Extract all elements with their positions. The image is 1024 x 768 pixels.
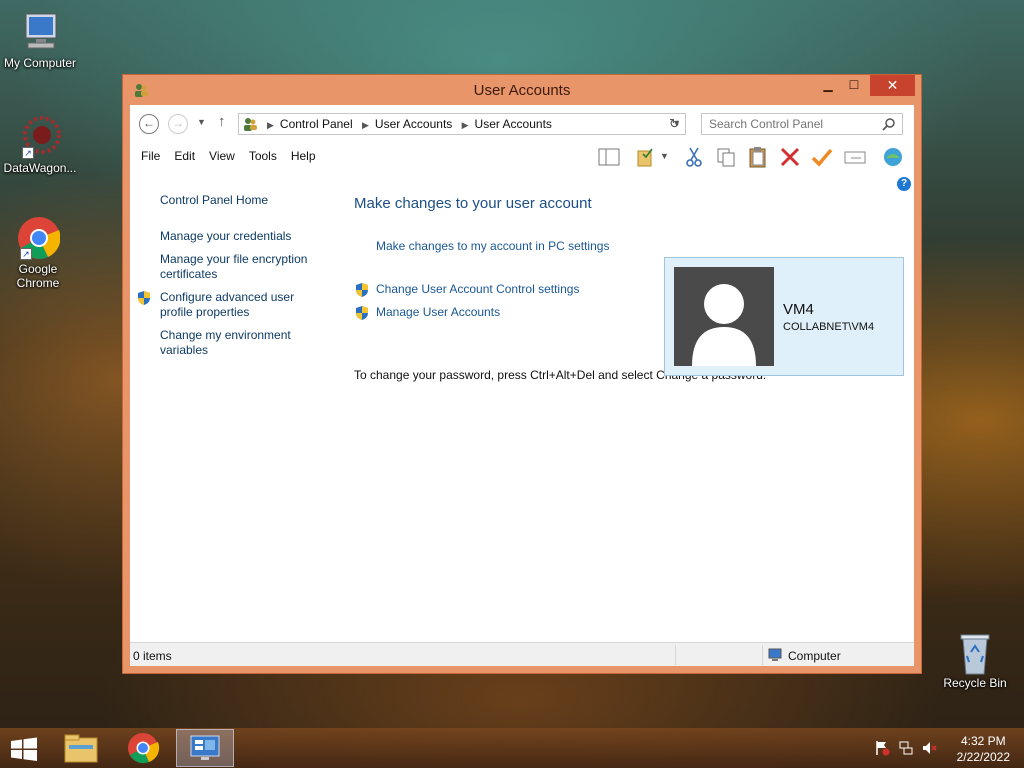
clock-date: 2/22/2022 (956, 750, 1010, 764)
datawagon-icon: ↗ (18, 115, 62, 159)
menu-bar: File Edit View Tools Help (134, 149, 323, 163)
status-divider (675, 645, 676, 665)
change-environment-variables-link[interactable]: Change my environment variables (160, 328, 330, 358)
clock-time: 4:32 PM (960, 734, 1006, 748)
menu-tools[interactable]: Tools (242, 149, 284, 163)
desktop-icon-my-computer[interactable]: My Computer (0, 10, 80, 70)
help-button[interactable]: ? (897, 177, 911, 191)
control-panel-home-link[interactable]: Control Panel Home (160, 193, 330, 208)
copy-icon[interactable] (714, 146, 738, 168)
uac-shield-icon (355, 305, 369, 321)
menu-file[interactable]: File (134, 149, 167, 163)
taskbar: 4:32 PM 2/22/2022 (0, 728, 1024, 768)
taskbar-file-explorer[interactable] (52, 729, 110, 767)
menu-edit[interactable]: Edit (167, 149, 202, 163)
volume-muted-icon[interactable] (922, 740, 938, 756)
breadcrumb: ▶ Control Panel ▶ User Accounts ▶ User Acco… (261, 117, 552, 131)
uac-shield-icon (355, 282, 369, 298)
control-panel-icon (242, 116, 258, 132)
manage-user-accounts-link[interactable]: Manage User Accounts (376, 305, 500, 319)
shortcut-arrow-icon: ↗ (22, 147, 34, 159)
system-clock[interactable]: 4:32 PM 2/22/2022 (957, 733, 1010, 765)
refresh-button[interactable]: ↻ (664, 113, 686, 135)
breadcrumb-control-panel[interactable]: Control Panel (280, 117, 353, 131)
status-divider (762, 645, 763, 665)
user-card: VM4 COLLABNET\VM4 (664, 257, 904, 376)
maximize-button[interactable]: ☐ (841, 75, 867, 96)
folder-options-icon[interactable] (635, 146, 659, 168)
window-title: User Accounts (473, 82, 571, 99)
up-button[interactable]: ↑ (218, 113, 226, 130)
desktop-icon-label: My Computer (3, 56, 77, 70)
rename-icon[interactable] (843, 146, 867, 168)
user-accounts-window: User Accounts ▁ ☐ ✕ ← → ▼ ↑ ▶ Control Pan… (122, 74, 922, 674)
start-button[interactable] (10, 737, 38, 761)
delete-icon[interactable] (778, 146, 802, 168)
shortcut-arrow-icon: ↗ (20, 248, 32, 260)
search-input[interactable] (702, 114, 872, 134)
recent-pages-dropdown[interactable]: ▼ (197, 117, 206, 127)
manage-credentials-link[interactable]: Manage your credentials (160, 229, 330, 244)
chrome-icon: ↗ (16, 216, 61, 260)
recycle-bin-icon (953, 630, 997, 675)
desktop-icon-google-chrome[interactable]: ↗ Google Chrome (0, 216, 78, 290)
close-button[interactable]: ✕ (870, 75, 915, 96)
desktop-icon-label: Google Chrome (16, 262, 60, 290)
zone-label: Computer (788, 649, 841, 663)
pc-settings-link[interactable]: Make changes to my account in PC setting… (376, 239, 609, 253)
status-bar: 0 items Computer (130, 642, 914, 666)
menu-toolbar-row: File Edit View Tools Help ▼ (130, 141, 914, 171)
user-domain: COLLABNET\VM4 (783, 321, 875, 333)
desktop-icon-label: DataWagon... (3, 161, 77, 175)
chevron-right-icon[interactable]: ▶ (362, 120, 369, 130)
taskbar-control-panel[interactable] (176, 729, 234, 767)
avatar (674, 267, 774, 366)
chevron-right-icon[interactable]: ▶ (462, 120, 469, 130)
chevron-right-icon: ▶ (267, 120, 274, 130)
manage-encryption-certificates-link[interactable]: Manage your file encryption certificates (160, 252, 330, 282)
cut-icon[interactable] (682, 146, 706, 168)
desktop-icon-recycle-bin[interactable]: Recycle Bin (935, 630, 1015, 690)
internet-icon[interactable] (881, 146, 905, 168)
desktop-icon-datawagon[interactable]: ↗ DataWagon... (0, 115, 80, 175)
minimize-button[interactable]: ▁ (815, 75, 841, 96)
paste-icon[interactable] (746, 146, 770, 168)
breadcrumb-user-accounts[interactable]: User Accounts (375, 117, 452, 131)
configure-profile-properties-link[interactable]: Configure advanced user profile properti… (160, 290, 330, 320)
back-button[interactable]: ← (139, 114, 159, 134)
page-title: Make changes to your user account (354, 195, 592, 212)
uac-shield-icon (137, 290, 151, 306)
menu-view[interactable]: View (202, 149, 242, 163)
breadcrumb-user-accounts-current[interactable]: User Accounts (475, 117, 552, 131)
user-name: VM4 (783, 301, 814, 318)
menu-help[interactable]: Help (284, 149, 323, 163)
preview-pane-icon[interactable] (597, 146, 621, 168)
forward-button[interactable]: → (168, 114, 188, 134)
window-client-area: ← → ▼ ↑ ▶ Control Panel ▶ User Accounts ▶ U… (130, 105, 914, 666)
navigation-bar: ← → ▼ ↑ ▶ Control Panel ▶ User Accounts ▶ U… (130, 105, 914, 141)
network-icon[interactable] (898, 740, 914, 756)
title-bar[interactable]: User Accounts ▁ ☐ ✕ (123, 75, 921, 105)
computer-icon (18, 10, 62, 54)
search-icon[interactable] (882, 117, 896, 134)
action-center-flag-icon[interactable] (874, 740, 890, 756)
properties-check-icon[interactable] (810, 146, 834, 168)
taskbar-google-chrome[interactable] (114, 729, 172, 767)
folder-options-dropdown-icon[interactable]: ▼ (660, 146, 672, 168)
computer-icon (768, 648, 784, 662)
search-box[interactable] (701, 113, 903, 135)
desktop-icon-label: Recycle Bin (943, 676, 1007, 690)
item-count: 0 items (133, 649, 172, 663)
address-bar[interactable]: ▶ Control Panel ▶ User Accounts ▶ User Acco… (238, 113, 686, 135)
uac-settings-link[interactable]: Change User Account Control settings (376, 282, 579, 296)
